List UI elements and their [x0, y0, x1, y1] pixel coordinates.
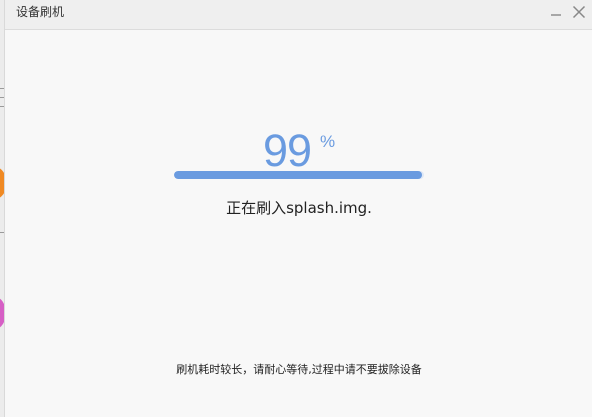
close-button[interactable]: [570, 3, 588, 21]
flash-status-text: 正在刷入splash.img.: [226, 199, 372, 217]
progress-percentage: 99 %: [263, 125, 335, 176]
dialog-title: 设备刷机: [16, 5, 65, 19]
progress-percent-value: 99: [263, 125, 312, 176]
screen: 设备刷机 99 % 正在刷入splash.img. 刷机耗时较长，请耐心等待,过…: [0, 0, 592, 417]
minimize-button[interactable]: [547, 3, 565, 21]
progress-percent-unit: %: [320, 132, 336, 151]
progress-bar-fill: [174, 171, 422, 179]
dialog-titlebar[interactable]: 设备刷机: [5, 0, 592, 30]
flash-warning-notice: 刷机耗时较长，请耐心等待,过程中请不要拔除设备: [176, 363, 422, 376]
minimize-icon: [551, 14, 561, 16]
flash-device-dialog: 设备刷机 99 % 正在刷入splash.img. 刷机耗时较长，请耐心等待,过…: [4, 0, 592, 417]
progress-bar: [174, 171, 424, 179]
close-icon: [572, 5, 586, 19]
